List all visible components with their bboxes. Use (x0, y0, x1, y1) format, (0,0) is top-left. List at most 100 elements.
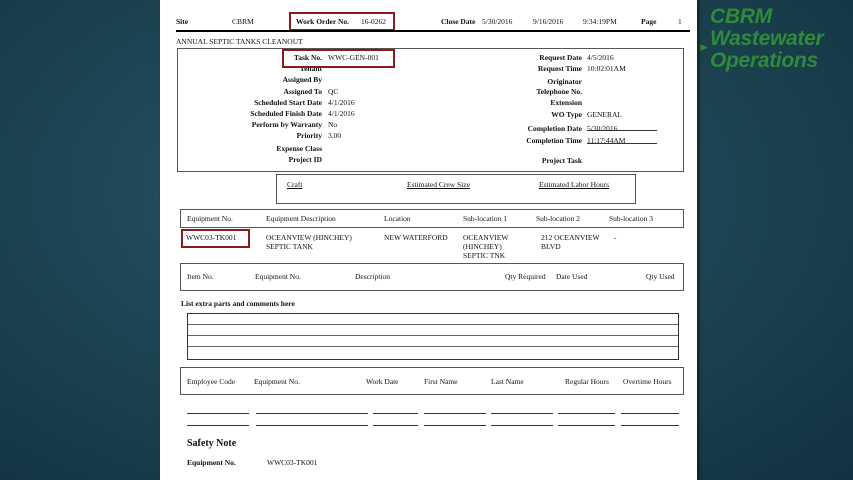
task-field-label: Perform by Warranty (251, 120, 322, 129)
logo-line-2: Wastewater (710, 27, 824, 50)
extra-parts-box[interactable] (187, 313, 679, 360)
task-field-label: Scheduled Finish Date (250, 109, 322, 118)
close-date-label: Close Date (441, 17, 476, 26)
header-rule (176, 30, 690, 32)
item-no-header: Item No. (187, 272, 214, 281)
task-field-label: Originator (547, 77, 582, 86)
logo-line-1: CBRM (710, 5, 772, 28)
qty-required-header: Qty Required (505, 272, 546, 281)
labor-entry-line[interactable] (187, 425, 249, 426)
sublocation2-line1: 212 OCEANVIEW (541, 233, 600, 242)
task-field-label: Project Task (541, 156, 582, 165)
sublocation1-line1: OCEANVIEW (463, 233, 509, 242)
task-field-value: 4/1/2016 (328, 98, 355, 107)
work-order-title: ANNUAL SEPTIC TANKS CLEANOUT (176, 37, 303, 46)
task-field-label: Completion Time (526, 136, 582, 145)
location-header: Location (384, 214, 411, 223)
task-no-highlight (282, 49, 395, 68)
last-name-header: Last Name (491, 377, 524, 386)
sublocation3-value: - (614, 233, 617, 242)
labor-entry-line[interactable] (256, 413, 368, 414)
task-field-label: Telephone No. (536, 87, 582, 96)
labor-entry-line[interactable] (621, 425, 679, 426)
sublocation1-line3: SEPTIC TNK (463, 251, 506, 260)
extra-parts-row-line (188, 324, 678, 325)
extra-parts-row-line (188, 346, 678, 347)
task-field-value: GENERAL (587, 110, 622, 119)
item-desc-header: Description (355, 272, 390, 281)
craft-box (276, 174, 636, 204)
qty-used-header: Qty Used (646, 272, 675, 281)
logo-arrow-icon: ► (698, 40, 710, 54)
extra-parts-row-line (188, 335, 678, 336)
equipment-no-header: Equipment No. (187, 214, 233, 223)
employee-code-header: Employee Code (187, 377, 236, 386)
sublocation3-header: Sub-location 3 (609, 214, 653, 223)
equipment-desc-line2: SEPTIC TANK (266, 242, 313, 251)
task-field-value: 3.00 (328, 131, 342, 140)
task-field-value: 4/1/2016 (328, 109, 355, 118)
location-value: NEW WATERFORD (384, 233, 448, 242)
labor-entry-line[interactable] (491, 413, 553, 414)
safety-equipment-label: Equipment No. (187, 458, 236, 467)
task-field-label: Request Date (539, 53, 582, 62)
date-used-header: Date Used (556, 272, 588, 281)
task-field-label: Project ID (288, 155, 322, 164)
equipment-no-highlight (181, 229, 250, 248)
task-field-value: 5/30/2016 (587, 124, 618, 133)
page-number: 1 (678, 17, 682, 26)
logo: CBRM Wastewater Operations ► (698, 5, 824, 72)
task-field-label: Completion Date (527, 124, 582, 133)
labor-entry-line[interactable] (558, 413, 615, 414)
task-field-label: Expense Class (276, 144, 322, 153)
page-label: Page (641, 17, 657, 26)
labor-entry-line[interactable] (424, 413, 486, 414)
labor-entry-line[interactable] (558, 425, 615, 426)
site-label: Site (176, 17, 189, 26)
work-order-highlight (289, 12, 395, 31)
extra-parts-label: List extra parts and comments here (181, 299, 295, 308)
sublocation1-header: Sub-location 1 (463, 214, 507, 223)
craft-header: Craft (287, 180, 303, 189)
labor-hours-header: Estimated Labor Hours (539, 180, 609, 189)
task-field-label: Request Time (537, 64, 582, 73)
task-field-label: Extension (550, 98, 582, 107)
site-value: CBRM (232, 17, 254, 26)
close-date-value: 5/30/2016 (482, 17, 513, 26)
labor-entry-line[interactable] (621, 413, 679, 414)
completion-time-underline (587, 143, 657, 144)
task-field-value: No (328, 120, 338, 129)
sublocation2-line2: BLVD (541, 242, 561, 251)
labor-entry-line[interactable] (491, 425, 553, 426)
print-date: 9/16/2016 (533, 17, 564, 26)
task-field-label: Scheduled Start Date (254, 98, 322, 107)
safety-note-title: Safety Note (187, 438, 237, 449)
labor-entry-line[interactable] (187, 413, 249, 414)
task-field-value: QC (328, 87, 339, 96)
task-field-value: 10:02:01AM (587, 64, 626, 73)
task-field-label: Assigned By (282, 75, 322, 84)
labor-entry-line[interactable] (373, 413, 418, 414)
work-order-page: Site CBRM Work Order No. 16-0262 Close D… (160, 0, 697, 480)
labor-entry-line[interactable] (373, 425, 418, 426)
overtime-hours-header: Overtime Hours (623, 377, 672, 386)
task-field-label: WO Type (551, 110, 582, 119)
task-field-label: Priority (296, 131, 322, 140)
item-equipment-header: Equipment No. (255, 272, 301, 281)
task-field-value: 4/5/2016 (587, 53, 614, 62)
safety-equipment-value: WWC03-TK001 (267, 458, 318, 467)
first-name-header: First Name (424, 377, 458, 386)
labor-entry-line[interactable] (424, 425, 486, 426)
task-field-label: Assigned To (283, 87, 322, 96)
print-time: 9:34:19PM (583, 17, 617, 26)
logo-line-3: Operations (710, 49, 818, 72)
equipment-desc-header: Equipment Description (266, 214, 336, 223)
labor-entry-line[interactable] (256, 425, 368, 426)
labor-equipment-header: Equipment No. (254, 377, 300, 386)
sublocation1-line2: (HINCHEY) (463, 242, 502, 251)
sublocation2-header: Sub-location 2 (536, 214, 580, 223)
work-date-header: Work Date (366, 377, 399, 386)
regular-hours-header: Regular Hours (565, 377, 609, 386)
completion-date-underline (587, 130, 657, 131)
crew-size-header: Estimated Crew Size (407, 180, 470, 189)
